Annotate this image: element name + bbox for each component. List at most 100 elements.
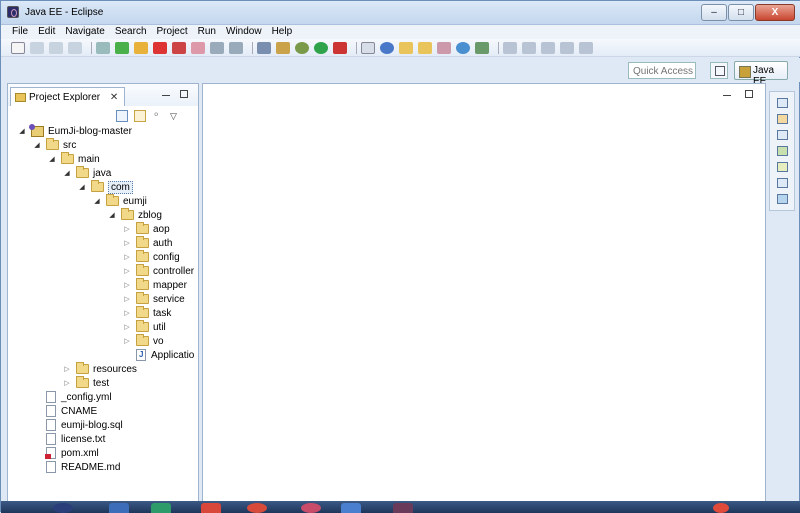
next-annotation-icon[interactable] bbox=[503, 41, 517, 54]
tree-item[interactable]: license.txt bbox=[33, 432, 105, 446]
step-return-icon[interactable] bbox=[229, 41, 243, 54]
link-with-editor-icon[interactable] bbox=[134, 110, 146, 122]
snippets-icon[interactable] bbox=[777, 178, 788, 188]
disconnect-icon[interactable] bbox=[172, 41, 186, 54]
close-icon[interactable]: ✕ bbox=[110, 92, 118, 103]
data-source-icon[interactable] bbox=[777, 162, 788, 172]
tree-item[interactable]: service bbox=[123, 292, 185, 306]
tree-item[interactable]: EumJi-blog-master bbox=[18, 123, 132, 138]
minimize-view-icon[interactable] bbox=[162, 95, 170, 97]
collapse-arrow-icon[interactable] bbox=[93, 197, 101, 205]
resume-icon[interactable] bbox=[115, 41, 129, 54]
focus-icon[interactable]: ⚬ bbox=[152, 110, 164, 122]
step-over-icon[interactable] bbox=[210, 41, 224, 54]
expand-arrow-icon[interactable] bbox=[123, 239, 131, 247]
server-icon[interactable] bbox=[257, 41, 271, 54]
view-menu-icon[interactable]: ▽ bbox=[170, 111, 177, 122]
tree-item[interactable]: test bbox=[63, 376, 109, 390]
skip-breakpoints-icon[interactable] bbox=[276, 41, 290, 54]
new-web-icon[interactable] bbox=[380, 41, 394, 54]
menu-project[interactable]: Project bbox=[154, 25, 195, 39]
tree-item[interactable]: vo bbox=[123, 334, 164, 348]
collapse-arrow-icon[interactable] bbox=[48, 155, 56, 163]
print-icon[interactable] bbox=[68, 41, 82, 54]
collapse-arrow-icon[interactable] bbox=[78, 183, 86, 191]
expand-arrow-icon[interactable] bbox=[63, 365, 71, 373]
minimize-editor-icon[interactable] bbox=[723, 95, 731, 97]
minimize-button[interactable]: – bbox=[701, 4, 727, 21]
expand-arrow-icon[interactable] bbox=[123, 267, 131, 275]
collapse-arrow-icon[interactable] bbox=[18, 127, 26, 135]
menu-window[interactable]: Window bbox=[223, 25, 269, 39]
markers-icon[interactable] bbox=[777, 130, 788, 140]
tree-item[interactable]: main bbox=[48, 152, 100, 166]
expand-arrow-icon[interactable] bbox=[123, 309, 131, 317]
tree-item[interactable]: README.md bbox=[33, 460, 120, 474]
search-icon[interactable] bbox=[437, 41, 451, 54]
open-type-icon[interactable] bbox=[399, 41, 413, 54]
project-explorer-tab[interactable]: Project Explorer ✕ bbox=[10, 87, 126, 106]
title-bar[interactable]: Java EE - Eclipse – □ X bbox=[1, 1, 800, 25]
tree-item[interactable]: config bbox=[123, 250, 180, 264]
quick-access-input[interactable] bbox=[628, 62, 696, 79]
external-tools-icon[interactable] bbox=[333, 41, 347, 54]
tree-item[interactable]: aop bbox=[123, 222, 170, 236]
tree-item[interactable]: controller bbox=[123, 264, 194, 278]
expand-arrow-icon[interactable] bbox=[123, 295, 131, 303]
run-icon[interactable] bbox=[314, 41, 328, 54]
tree-item[interactable]: zblog bbox=[108, 208, 162, 222]
close-button[interactable]: X bbox=[755, 4, 795, 21]
last-edit-icon[interactable] bbox=[541, 41, 555, 54]
tree-item[interactable]: Applicatio bbox=[123, 348, 194, 362]
servers-icon[interactable] bbox=[777, 146, 788, 156]
java-ee-perspective-button[interactable]: Java EE bbox=[734, 61, 788, 87]
prev-annotation-icon[interactable] bbox=[522, 41, 536, 54]
tree-item[interactable]: eumji-blog.sql bbox=[33, 418, 123, 432]
menu-file[interactable]: File bbox=[9, 25, 35, 39]
save-all-icon[interactable] bbox=[49, 41, 63, 54]
new-server-icon[interactable] bbox=[361, 41, 375, 54]
expand-arrow-icon[interactable] bbox=[123, 323, 131, 331]
collapse-all-icon[interactable] bbox=[116, 110, 128, 122]
collapse-arrow-icon[interactable] bbox=[63, 169, 71, 177]
maximize-button[interactable]: □ bbox=[728, 4, 754, 21]
open-perspective-icon[interactable] bbox=[710, 62, 728, 79]
maximize-editor-icon[interactable] bbox=[745, 90, 753, 98]
menu-edit[interactable]: Edit bbox=[35, 25, 62, 39]
console-icon[interactable] bbox=[777, 194, 788, 204]
expand-arrow-icon[interactable] bbox=[63, 379, 71, 387]
tree-item[interactable]: eumji bbox=[93, 194, 147, 208]
expand-arrow-icon[interactable] bbox=[123, 281, 131, 289]
tree-item[interactable]: pom.xml bbox=[33, 446, 99, 460]
browser-icon[interactable] bbox=[456, 41, 470, 54]
collapse-arrow-icon[interactable] bbox=[33, 141, 41, 149]
collapse-arrow-icon[interactable] bbox=[108, 211, 116, 219]
expand-arrow-icon[interactable] bbox=[123, 337, 131, 345]
menu-help[interactable]: Help bbox=[269, 25, 300, 39]
terminate-icon[interactable] bbox=[153, 41, 167, 54]
restore-icon[interactable] bbox=[777, 98, 788, 108]
tree-item[interactable]: task bbox=[123, 306, 171, 320]
suspend-icon[interactable] bbox=[134, 41, 148, 54]
tree-item[interactable]: resources bbox=[63, 362, 137, 376]
step-into-icon[interactable] bbox=[191, 41, 205, 54]
tree-item[interactable]: _config.yml bbox=[33, 390, 112, 404]
open-task-icon[interactable] bbox=[418, 41, 432, 54]
tree-item[interactable]: CNAME bbox=[33, 404, 97, 418]
tree-item[interactable]: com bbox=[78, 180, 133, 194]
expand-arrow-icon[interactable] bbox=[123, 253, 131, 261]
maximize-view-icon[interactable] bbox=[180, 90, 188, 98]
annotation-icon[interactable] bbox=[475, 41, 489, 54]
menu-run[interactable]: Run bbox=[195, 25, 223, 39]
menu-navigate[interactable]: Navigate bbox=[62, 25, 111, 39]
debug-icon[interactable] bbox=[295, 41, 309, 54]
menu-search[interactable]: Search bbox=[112, 25, 154, 39]
tree-item[interactable]: java bbox=[63, 166, 111, 180]
tree-item[interactable]: mapper bbox=[123, 278, 187, 292]
forward-icon[interactable] bbox=[579, 41, 593, 54]
outline-icon[interactable] bbox=[777, 114, 788, 124]
save-icon[interactable] bbox=[30, 41, 44, 54]
tree-item[interactable]: util bbox=[123, 320, 166, 334]
expand-arrow-icon[interactable] bbox=[123, 225, 131, 233]
toggle-icon[interactable] bbox=[96, 41, 110, 54]
